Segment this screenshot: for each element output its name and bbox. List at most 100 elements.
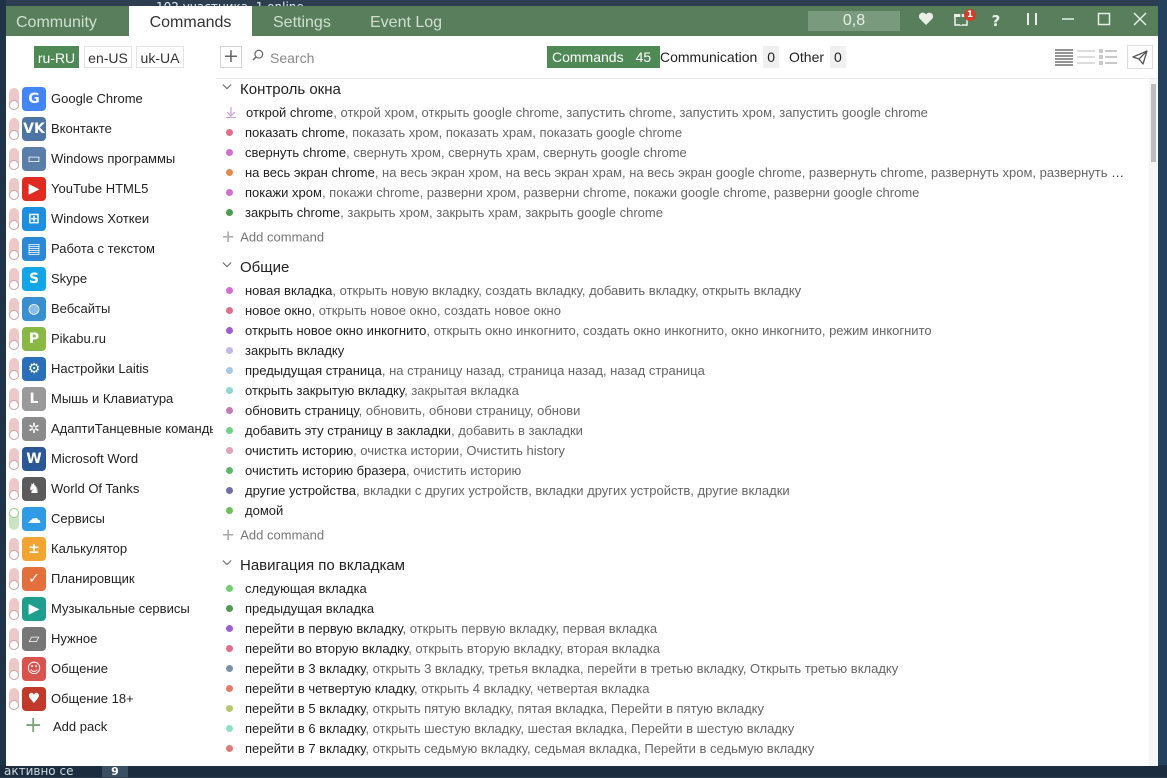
command-row[interactable]: предыдущая вкладка	[226, 599, 1126, 619]
tab-event-log[interactable]: Event Log	[370, 6, 460, 36]
pack-toggle[interactable]	[9, 598, 19, 620]
command-row[interactable]: закрыть вкладку	[226, 341, 1126, 361]
group-header[interactable]: Навигация по вкладкам	[222, 557, 405, 579]
pack-item[interactable]: ⚙ Настройки Laitis	[6, 354, 216, 384]
pack-item[interactable]: ✓ Планировщик	[6, 564, 216, 594]
detail-view-icon[interactable]	[1098, 48, 1118, 66]
pack-item[interactable]: ☺ Общение	[6, 654, 216, 684]
scrollbar-track[interactable]	[1149, 79, 1157, 766]
pack-item[interactable]: ⊞ Windows Хоткеи	[6, 204, 216, 234]
pack-toggle[interactable]	[9, 448, 19, 470]
zoom-level[interactable]: 0,8	[808, 11, 900, 31]
command-row[interactable]: очистить историю, очистка истории, Очист…	[226, 441, 1126, 461]
pack-toggle[interactable]	[9, 238, 19, 260]
command-row[interactable]: перейти во вторую вкладку, открыть втору…	[226, 639, 1126, 659]
command-row[interactable]: следующая вкладка	[226, 579, 1126, 599]
command-row[interactable]: новая вкладка, открыть новую вкладку, со…	[226, 281, 1126, 301]
pack-item[interactable]: P Pikabu.ru	[6, 324, 216, 354]
tab-settings[interactable]: Settings	[273, 6, 353, 36]
command-row[interactable]: домой	[226, 501, 1126, 521]
command-row[interactable]: добавить эту страницу в закладки, добави…	[226, 421, 1126, 441]
group-header[interactable]: Контроль окна	[222, 81, 341, 103]
pack-toggle[interactable]	[9, 508, 19, 530]
language-en-US[interactable]: en-US	[84, 46, 132, 68]
filter-commands[interactable]: Commands 45	[547, 46, 661, 68]
list-view-dense-icon[interactable]	[1054, 48, 1074, 66]
pack-item[interactable]: VK Вконтакте	[6, 114, 216, 144]
command-row[interactable]: перейти в 5 вкладку, открыть пятую вклад…	[226, 699, 1126, 719]
command-row[interactable]: на весь экран chrome, на весь экран хром…	[226, 163, 1126, 183]
pack-item[interactable]: ▭ Windows программы	[6, 144, 216, 174]
pack-toggle[interactable]	[9, 568, 19, 590]
pack-item[interactable]: ▱ Нужное	[6, 624, 216, 654]
command-row[interactable]: покажи хром, покажи chrome, разверни хро…	[226, 183, 1126, 203]
pack-item[interactable]: ◍ Вебсайты	[6, 294, 216, 324]
pack-item[interactable]: L Мышь и Клавиатура	[6, 384, 216, 414]
command-row[interactable]: перейти в 3 вкладку, открыть 3 вкладку, …	[226, 659, 1126, 679]
command-row[interactable]: закрыть chrome, закрыть хром, закрыть хр…	[226, 203, 1126, 223]
command-row[interactable]: показать chrome, показать хром, показать…	[226, 123, 1126, 143]
command-row[interactable]: открыть новое окно инкогнито, открыть ок…	[226, 321, 1126, 341]
filter-other[interactable]: Other 0	[789, 46, 846, 68]
close-icon[interactable]	[1128, 10, 1152, 32]
tab-commands[interactable]: Commands	[129, 6, 252, 36]
group-header[interactable]: Общие	[222, 259, 289, 281]
list-view-icon[interactable]	[1076, 48, 1096, 66]
minimize-icon[interactable]	[1056, 10, 1080, 32]
pack-item[interactable]: W Microsoft Word	[6, 444, 216, 474]
pause-icon[interactable]	[1020, 10, 1044, 32]
scrollbar-thumb[interactable]	[1151, 84, 1156, 162]
pack-toggle[interactable]	[9, 688, 19, 710]
pack-toggle[interactable]	[9, 538, 19, 560]
pack-toggle[interactable]	[9, 388, 19, 410]
add-command-row[interactable]: + Add command	[222, 525, 324, 547]
command-row[interactable]: обновить страницу, обновить, обнови стра…	[226, 401, 1126, 421]
add-pack-button[interactable]: + Add pack	[20, 712, 210, 742]
pack-toggle[interactable]	[9, 268, 19, 290]
add-command-row[interactable]: + Add command	[222, 227, 324, 249]
pack-item[interactable]: ▶ YouTube HTML5	[6, 174, 216, 204]
help-icon[interactable]: ?	[984, 10, 1008, 32]
command-row[interactable]: свернуть chrome, свернуть хром, свернуть…	[226, 143, 1126, 163]
command-row[interactable]: предыдущая страница, на страницу назад, …	[226, 361, 1126, 381]
pack-toggle[interactable]	[9, 178, 19, 200]
pack-toggle[interactable]	[9, 418, 19, 440]
pack-toggle[interactable]	[9, 88, 19, 110]
command-row[interactable]: открыть закрытую вкладку, закрытая вклад…	[226, 381, 1126, 401]
command-row[interactable]: другие устройства, вкладки с других устр…	[226, 481, 1126, 501]
pack-item[interactable]: ▤ Работа с текстом	[6, 234, 216, 264]
language-uk-UA[interactable]: uk-UA	[136, 46, 184, 68]
pack-toggle[interactable]	[9, 298, 19, 320]
pack-item[interactable]: G Google Chrome	[6, 84, 216, 114]
pack-item[interactable]: ♥ Общение 18+	[6, 684, 216, 714]
command-row[interactable]: перейти в четвертую кладку, открыть 4 вк…	[226, 679, 1126, 699]
search-input[interactable]	[268, 46, 472, 70]
language-ru-RU[interactable]: ru-RU	[34, 46, 79, 68]
send-button[interactable]	[1127, 45, 1153, 69]
pack-toggle[interactable]	[9, 658, 19, 680]
command-row[interactable]: перейти в первую вкладку, открыть первую…	[226, 619, 1126, 639]
tab-community[interactable]: Community	[16, 6, 126, 36]
filter-communication[interactable]: Communication 0	[660, 46, 780, 68]
pack-item[interactable]: ☁ Сервисы	[6, 504, 216, 534]
command-row[interactable]: очистить историю бразера, очистить истор…	[226, 461, 1126, 481]
command-row[interactable]: новое окно, открыть новое окно, создать …	[226, 301, 1126, 321]
add-command-button[interactable]: +	[220, 46, 242, 68]
pack-item[interactable]: ✲ АдаптиТанцевные команды	[6, 414, 216, 444]
pack-toggle[interactable]	[9, 208, 19, 230]
pack-toggle[interactable]	[9, 628, 19, 650]
pack-item[interactable]: ▶ Музыкальные сервисы	[6, 594, 216, 624]
pack-toggle[interactable]	[9, 118, 19, 140]
command-row[interactable]: перейти в 7 вкладку, открыть седьмую вкл…	[226, 739, 1126, 759]
pack-item[interactable]: ± Калькулятор	[6, 534, 216, 564]
pack-item[interactable]: S Skype	[6, 264, 216, 294]
pack-item[interactable]: ♞ World Of Tanks	[6, 474, 216, 504]
heart-icon[interactable]	[914, 10, 938, 32]
pack-toggle[interactable]	[9, 148, 19, 170]
command-row[interactable]: перейти в 6 вкладку, открыть шестую вкла…	[226, 719, 1126, 739]
pack-toggle[interactable]	[9, 328, 19, 350]
maximize-icon[interactable]	[1092, 10, 1116, 32]
command-row[interactable]: открой chrome, открой хром, открыть goog…	[226, 103, 1126, 123]
pack-toggle[interactable]	[9, 358, 19, 380]
pack-toggle[interactable]	[9, 478, 19, 500]
